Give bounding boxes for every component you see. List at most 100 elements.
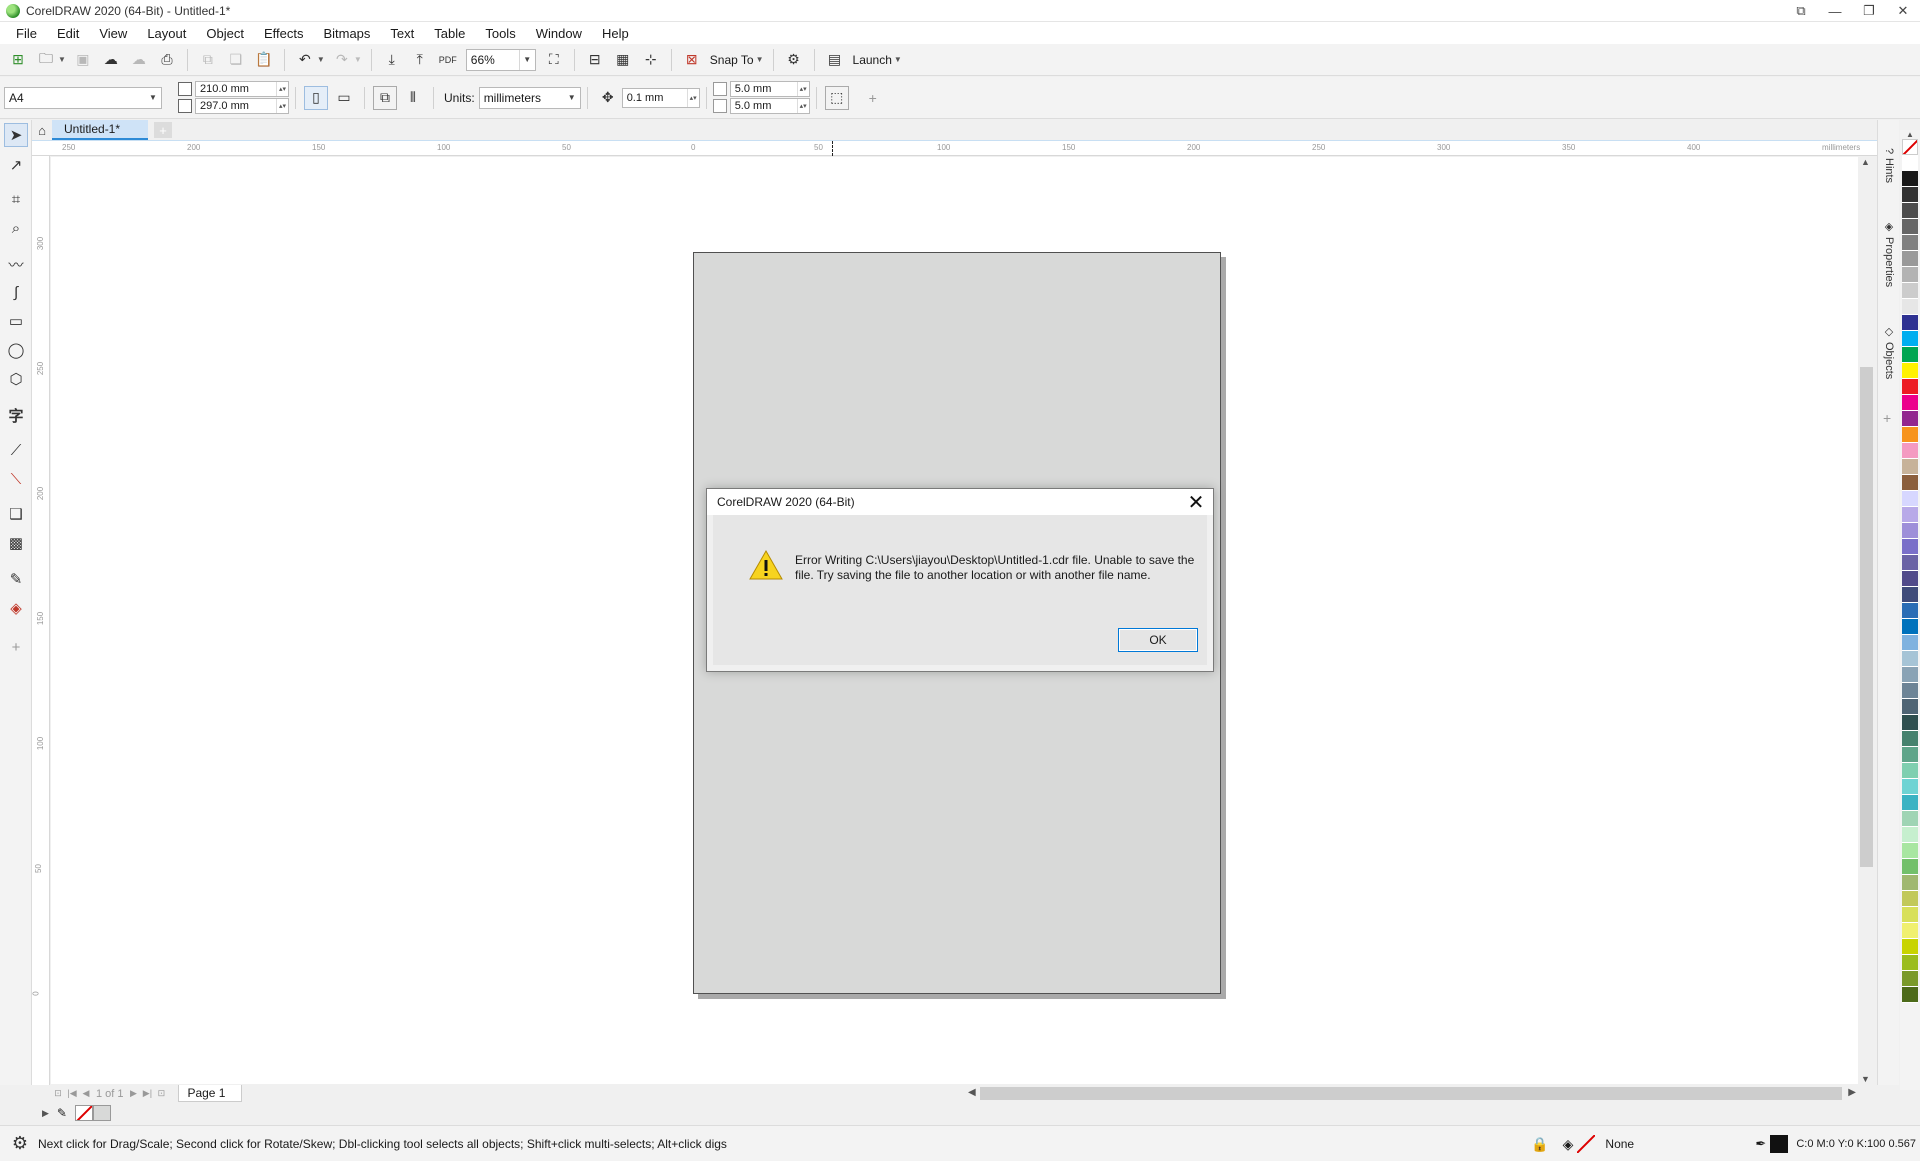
export-icon[interactable]: ⤒ [408,48,432,72]
snap-to-dropdown-icon[interactable]: ▼ [756,55,764,64]
treat-as-filled-icon[interactable]: ⬚ [824,85,849,110]
minimize-button[interactable]: — [1818,0,1852,22]
no-color-swatch[interactable] [74,1105,93,1121]
color-swatch[interactable] [1902,955,1918,971]
scroll-right-icon[interactable]: ▶ [1848,1087,1856,1098]
dup-x-spinner[interactable]: ▴▾ [796,82,809,96]
color-swatch[interactable] [1902,907,1918,923]
dup-y-field[interactable]: 5.0 mm ▴▾ [729,98,810,114]
menu-tools[interactable]: Tools [475,26,525,41]
menu-window[interactable]: Window [526,26,592,41]
menu-layout[interactable]: Layout [137,26,196,41]
zoom-level-combo[interactable]: 66% ▼ [465,48,536,71]
close-window-button[interactable]: ✕ [1886,0,1920,22]
first-page-icon[interactable]: |◀ [65,1087,79,1101]
color-swatch[interactable] [1902,747,1918,763]
chevron-down-icon[interactable]: ▼ [145,88,161,108]
all-pages-icon[interactable]: ⧉ [373,85,397,110]
vertical-scrollbar[interactable]: ▲ ▼ [1858,157,1875,1084]
fill-lock-icon[interactable]: 🔒 [1531,1136,1548,1153]
scroll-down-icon[interactable]: ▼ [1861,1074,1870,1084]
status-settings-icon[interactable]: ⚙ [10,1133,30,1154]
redo-icon[interactable]: ↷ [330,48,354,72]
horizontal-scrollbar[interactable]: ◀ ▶ [966,1085,1858,1102]
color-swatch[interactable] [1902,715,1918,731]
drop-shadow-tool-icon[interactable]: ❑ [4,502,28,526]
crop-tool-icon[interactable]: ⌗ [4,187,28,211]
add-page-after-icon[interactable]: ⊡ [154,1087,168,1101]
scroll-thumb[interactable] [1860,367,1873,867]
height-spinner[interactable]: ▴▾ [276,99,288,113]
color-swatch[interactable] [1902,987,1918,1003]
add-page-before-icon[interactable]: ⊡ [51,1087,65,1101]
color-swatch[interactable] [1902,331,1918,347]
color-swatch[interactable] [1902,283,1918,299]
color-swatch[interactable] [1902,459,1918,475]
color-swatch[interactable] [1902,891,1918,907]
paste-icon[interactable]: 📋 [252,48,276,72]
menu-help[interactable]: Help [592,26,639,41]
portrait-icon[interactable]: ▯ [304,85,328,110]
show-guidelines-icon[interactable]: ⊹ [639,48,663,72]
color-swatch[interactable] [1902,523,1918,539]
nudge-spinner[interactable]: ▴▾ [686,88,699,107]
full-screen-preview-icon[interactable]: ⛶ [542,48,566,72]
color-swatch[interactable] [1902,587,1918,603]
chevron-down-icon[interactable]: ▼ [518,49,535,70]
next-page-icon[interactable]: ▶ [126,1087,140,1101]
color-swatch[interactable] [1902,571,1918,587]
color-swatch[interactable] [1902,491,1918,507]
fill-none-swatch[interactable] [1577,1135,1596,1153]
import-icon[interactable]: ⤓ [380,48,404,72]
color-swatch[interactable] [1902,971,1918,987]
color-swatch[interactable] [1902,363,1918,379]
menu-edit[interactable]: Edit [47,26,89,41]
add-property-icon[interactable]: + [861,86,885,110]
scroll-thumb[interactable] [980,1087,1842,1100]
transparency-tool-icon[interactable]: ▩ [4,531,28,555]
expand-arrow-icon[interactable]: ▶ [42,1108,49,1119]
polygon-tool-icon[interactable]: ⬡ [4,367,28,391]
menu-table[interactable]: Table [424,26,475,41]
copy-icon[interactable]: ❏ [224,48,248,72]
color-swatch[interactable] [1902,555,1918,571]
menu-file[interactable]: File [6,26,47,41]
interactive-fill-tool-icon[interactable]: ◈ [4,596,28,620]
previous-page-icon[interactable]: ◀ [79,1087,93,1101]
units-combo[interactable]: millimeters ▼ [478,86,581,109]
color-swatch[interactable] [1902,235,1918,251]
docker-tab-hints[interactable]: ? Hints [1880,148,1898,183]
launch-menu[interactable]: Launch [853,53,892,67]
eyedropper-icon[interactable]: ✎ [57,1106,67,1120]
freehand-tool-icon[interactable]: 〰 [4,252,28,276]
artistic-media-tool-icon[interactable]: ∫ [4,280,28,304]
open-folder-icon[interactable]: 🗀 [34,48,58,72]
landscape-icon[interactable]: ▭ [332,86,356,110]
color-swatch[interactable] [1902,603,1918,619]
print-icon[interactable]: ⎙ [155,48,179,72]
color-swatch[interactable] [1902,619,1918,635]
color-swatch[interactable] [1902,395,1918,411]
zoom-tool-icon[interactable]: ⌕ [4,216,28,240]
customize-toolbox-icon[interactable]: + [4,635,28,659]
open-dropdown-icon[interactable]: ▼ [58,55,66,64]
color-swatch[interactable] [1902,475,1918,491]
color-swatch[interactable] [1902,779,1918,795]
publish-pdf-icon[interactable]: PDF [436,48,460,72]
no-color-swatch[interactable] [1902,139,1918,155]
docker-tab-properties[interactable]: ◈ Properties [1880,220,1898,287]
page-height-field[interactable]: 297.0 mm ▴▾ [195,98,289,114]
menu-bitmaps[interactable]: Bitmaps [313,26,380,41]
scroll-left-icon[interactable]: ◀ [968,1087,976,1098]
show-rulers-icon[interactable]: ⊟ [583,48,607,72]
width-spinner[interactable]: ▴▾ [276,82,288,96]
welcome-home-icon[interactable]: ⌂ [32,120,52,140]
color-swatch[interactable] [1902,731,1918,747]
document-tab[interactable]: Untitled-1* [52,120,149,140]
color-swatch[interactable] [1902,843,1918,859]
restore-layout-icon[interactable]: ⧉ [1784,0,1818,22]
redo-dropdown-icon[interactable]: ▼ [354,55,362,64]
color-swatch[interactable] [1902,203,1918,219]
color-swatch[interactable] [1902,859,1918,875]
menu-effects[interactable]: Effects [254,26,314,41]
